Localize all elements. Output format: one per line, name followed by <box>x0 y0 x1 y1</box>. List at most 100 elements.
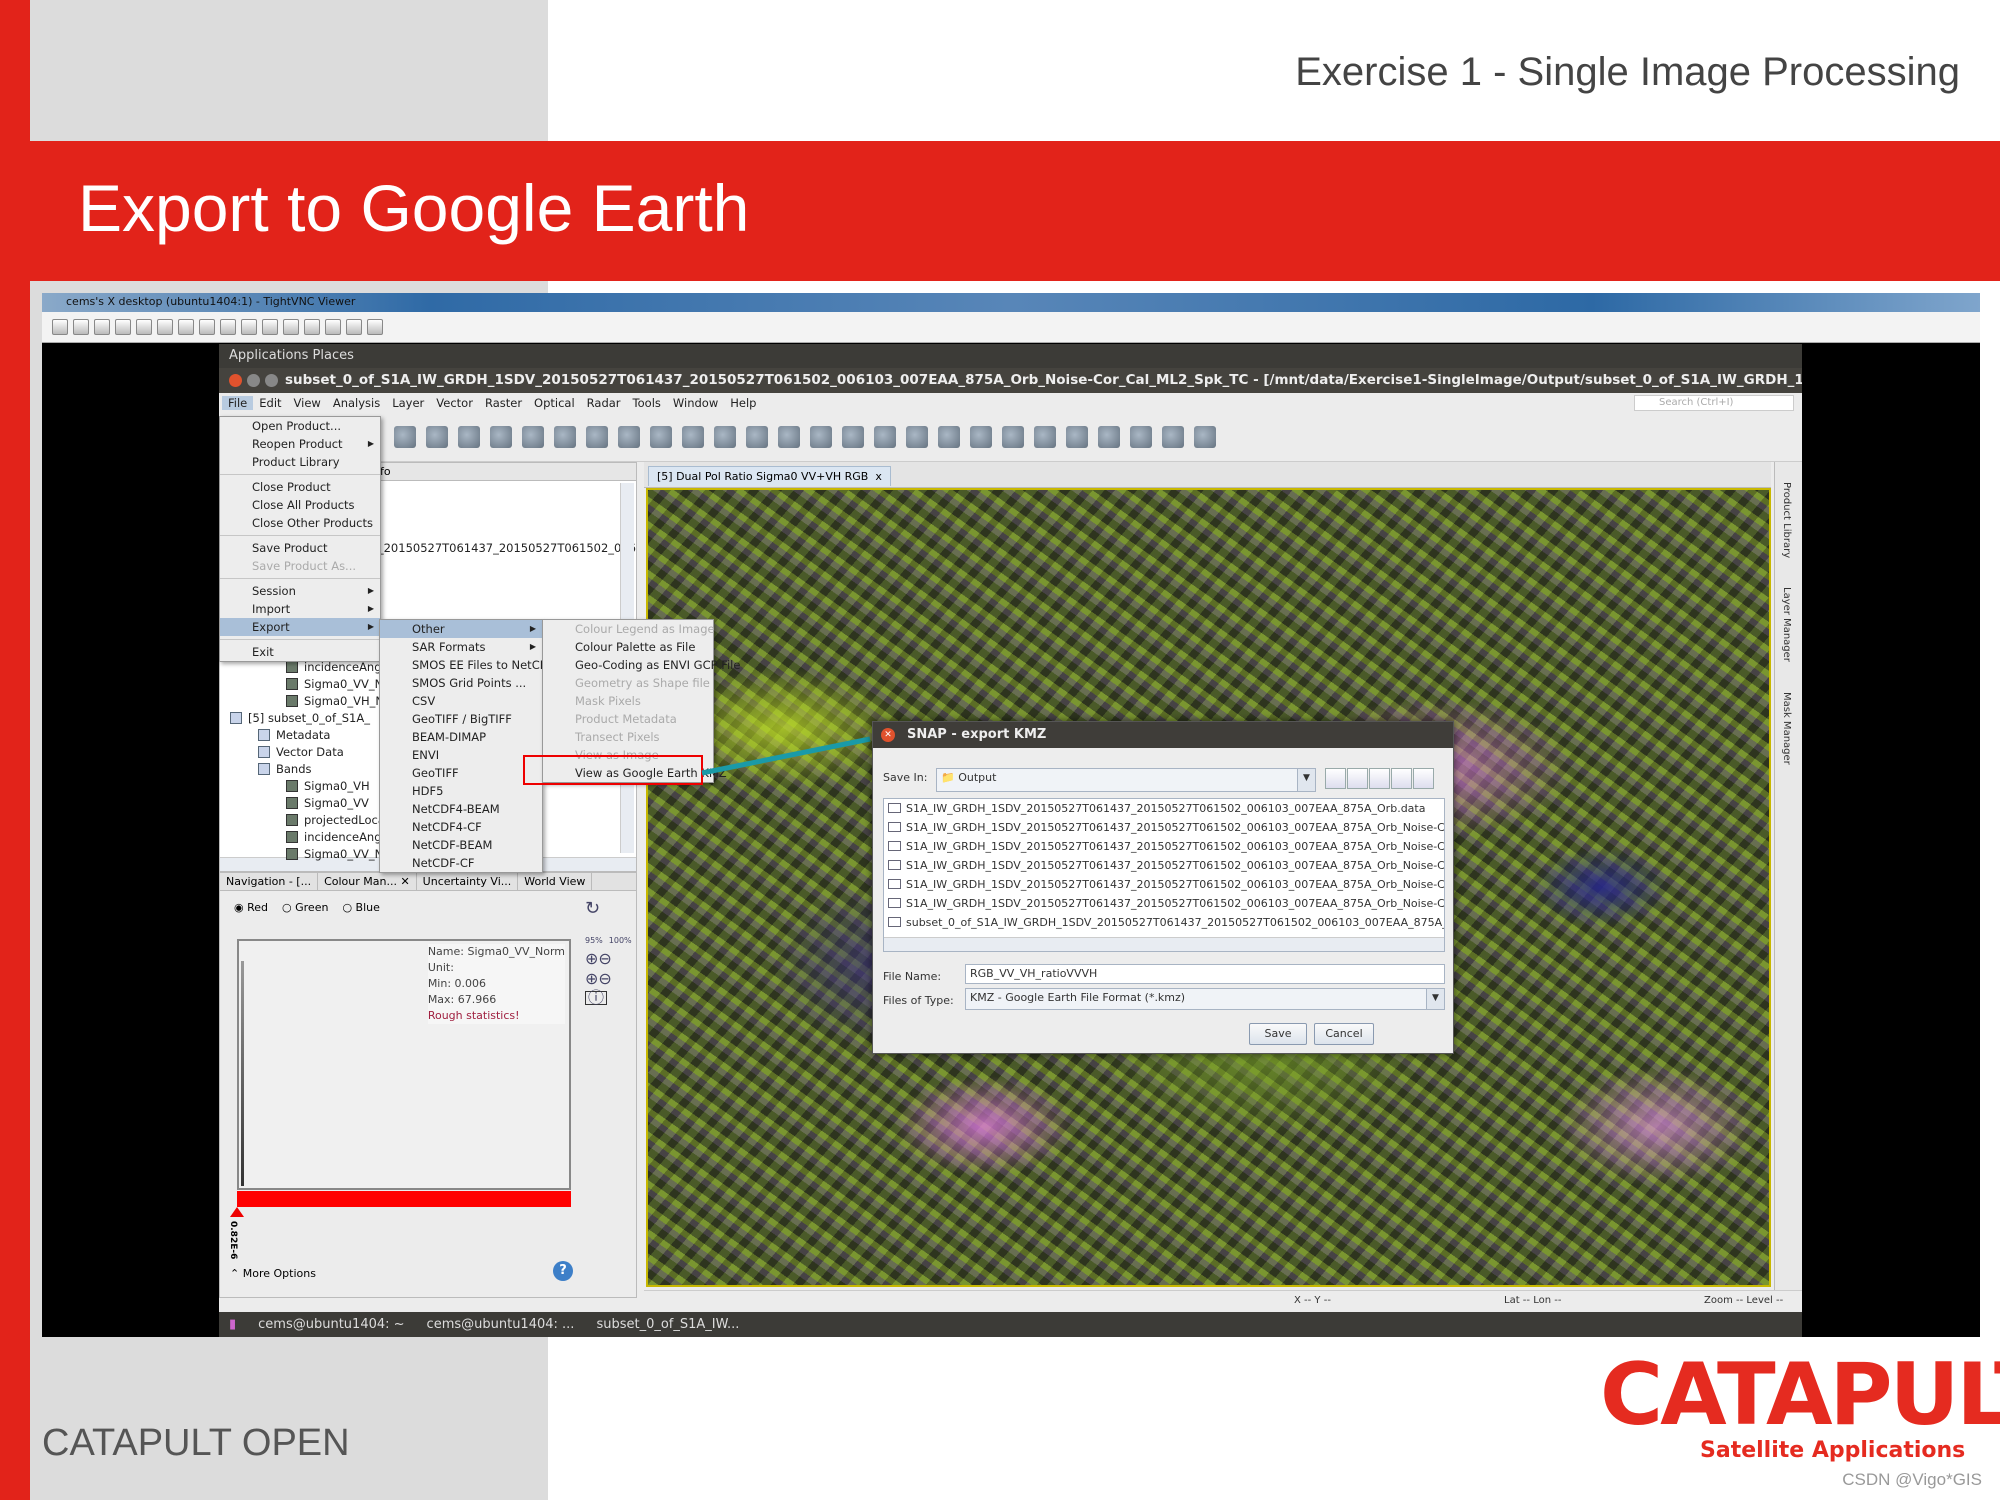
menu-item-save-product[interactable]: Save Product <box>220 539 380 557</box>
menu-help[interactable]: Help <box>724 396 762 410</box>
menu-item-netcdf-cf[interactable]: NetCDF-CF <box>380 854 542 872</box>
mask-icon[interactable] <box>1194 426 1216 448</box>
menu-item-product-metadata[interactable]: Product Metadata <box>543 710 713 728</box>
ellipse-icon[interactable] <box>874 426 896 448</box>
sidebar-product-library[interactable]: Product Library <box>1781 482 1792 558</box>
pin-place-icon[interactable] <box>682 426 704 448</box>
taskbar-item[interactable]: subset_0_of_S1A_IW... <box>596 1317 739 1332</box>
menu-item-mask-pixels[interactable]: Mask Pixels <box>543 692 713 710</box>
slider-handle[interactable] <box>230 1207 244 1217</box>
menu-view[interactable]: View <box>288 396 327 410</box>
gcp-place-icon[interactable] <box>714 426 736 448</box>
radio-red[interactable]: ◉ Red <box>234 901 268 914</box>
product-name-line[interactable]: V_20150527T061437_20150527T061502_006 <box>370 541 636 555</box>
refresh-icon[interactable] <box>157 319 173 335</box>
menu-item-close-other-products[interactable]: Close Other Products <box>220 514 380 532</box>
menu-item-beam-dimap[interactable]: BEAM-DIMAP <box>380 728 542 746</box>
clipboard-icon[interactable] <box>262 319 278 335</box>
binary-icon[interactable] <box>1162 426 1184 448</box>
file-row[interactable]: S1A_IW_GRDH_1SDV_20150527T061437_2015052… <box>884 837 1444 856</box>
menu-item-other[interactable]: Other <box>380 620 542 638</box>
up-folder-icon[interactable] <box>1325 768 1346 789</box>
cancel-button[interactable]: Cancel <box>1314 1023 1374 1045</box>
gcp-icon[interactable] <box>458 426 480 448</box>
menu-item-geotiff-bigtiff[interactable]: GeoTIFF / BigTIFF <box>380 710 542 728</box>
tree-node[interactable]: Sigma0_VH_N <box>286 694 384 708</box>
line-icon[interactable] <box>746 426 768 448</box>
tile-grid-icon[interactable] <box>1034 426 1056 448</box>
menu-item-close-all-products[interactable]: Close All Products <box>220 496 380 514</box>
range-finder-icon[interactable] <box>906 426 928 448</box>
workspace-icon[interactable]: ▮ <box>229 1317 236 1332</box>
taskbar-item[interactable]: cems@ubuntu1404: ~ <box>258 1317 404 1332</box>
menu-layer[interactable]: Layer <box>386 396 430 410</box>
tree-node[interactable]: incidenceAngl <box>286 830 385 844</box>
polyline-icon[interactable] <box>778 426 800 448</box>
menu-item-exit[interactable]: Exit <box>220 643 380 661</box>
menu-file[interactable]: File <box>222 396 254 410</box>
95-percent-button[interactable]: 95% <box>585 935 603 947</box>
new-folder-icon[interactable] <box>1369 768 1390 789</box>
options-icon[interactable] <box>94 319 110 335</box>
dialog-close-icon[interactable]: ✕ <box>881 728 895 742</box>
new-connection-icon[interactable] <box>52 319 68 335</box>
menu-vector[interactable]: Vector <box>430 396 479 410</box>
close-window-icon[interactable] <box>229 374 242 387</box>
file-row[interactable]: S1A_IW_GRDH_1SDV_20150527T061437_2015052… <box>884 818 1444 837</box>
menu-item-colour-legend-as-image[interactable]: Colour Legend as Image <box>543 620 715 638</box>
pan-icon[interactable] <box>618 426 640 448</box>
save-in-select[interactable]: 📁 Output ▼ <box>936 768 1316 792</box>
taskbar-item[interactable]: cems@ubuntu1404: ... <box>427 1317 575 1332</box>
ctrl-alt-del-icon[interactable] <box>178 319 194 335</box>
menu-item-csv[interactable]: CSV <box>380 692 542 710</box>
tree-node[interactable]: incidenceAngl <box>286 660 385 674</box>
graticule-icon[interactable] <box>394 426 416 448</box>
list-view-icon[interactable] <box>1391 768 1412 789</box>
tab-colour-man[interactable]: Colour Man... ✕ <box>318 873 417 890</box>
zoom-auto-icon[interactable] <box>346 319 362 335</box>
close-tab-icon[interactable]: x <box>875 470 882 483</box>
sidebar-mask-manager[interactable]: Mask Manager <box>1781 692 1792 765</box>
colour-ramp[interactable] <box>237 1191 571 1207</box>
polygon-icon[interactable] <box>842 426 864 448</box>
graph-builder-icon[interactable] <box>522 426 544 448</box>
menu-item-session[interactable]: Session <box>220 582 380 600</box>
tile-horizontal-icon[interactable] <box>970 426 992 448</box>
scatter-icon[interactable] <box>1130 426 1152 448</box>
world-view-icon[interactable] <box>490 426 512 448</box>
menu-item-save-product-as[interactable]: Save Product As... <box>220 557 380 575</box>
tree-node[interactable]: Sigma0_VV <box>286 796 369 810</box>
file-list-scrollbar[interactable] <box>884 937 1444 951</box>
batch-icon[interactable] <box>554 426 576 448</box>
menu-item-colour-palette-as-file[interactable]: Colour Palette as File <box>543 638 713 656</box>
file-row[interactable]: S1A_IW_GRDH_1SDV_20150527T061437_2015052… <box>884 875 1444 894</box>
tile-vertical-icon[interactable] <box>1002 426 1024 448</box>
pin-icon[interactable] <box>426 426 448 448</box>
tab-image-view[interactable]: [5] Dual Pol Ratio Sigma0 VV+VH RGB x <box>648 466 891 486</box>
file-type-select[interactable]: KMZ - Google Earth File Format (*.kmz) ▼ <box>965 988 1445 1010</box>
menu-window[interactable]: Window <box>667 396 724 410</box>
menu-item-netcdf-beam[interactable]: NetCDF-BEAM <box>380 836 542 854</box>
file-row[interactable]: S1A_IW_GRDH_1SDV_20150527T061437_2015052… <box>884 856 1444 875</box>
zoom-horizontal-icon[interactable]: ⊕⊖ <box>585 971 629 987</box>
ubuntu-top-panel[interactable]: Applications Places <box>219 344 1802 368</box>
menu-item-smos-grid-points[interactable]: SMOS Grid Points ... <box>380 674 542 692</box>
menu-analysis[interactable]: Analysis <box>327 396 386 410</box>
ctrl-key-icon[interactable] <box>220 319 236 335</box>
tree-node[interactable]: projectedLoca <box>286 813 385 827</box>
menu-item-smos-ee-files-to-netcdf[interactable]: SMOS EE Files to NetCDF... <box>380 656 564 674</box>
menu-item-transect-pixels[interactable]: Transect Pixels <box>543 728 713 746</box>
file-name-input[interactable]: RGB_VV_VH_ratioVVVH <box>965 964 1445 984</box>
menu-item-reopen-product[interactable]: Reopen Product <box>220 435 380 453</box>
menu-item-import[interactable]: Import <box>220 600 380 618</box>
menu-item-envi[interactable]: ENVI <box>380 746 542 764</box>
minimize-window-icon[interactable] <box>247 374 260 387</box>
more-options[interactable]: ⌃ More Options <box>230 1267 316 1280</box>
menu-item-geo-coding-as-envi-gcp-file[interactable]: Geo-Coding as ENVI GCP File <box>543 656 740 674</box>
menu-item-close-product[interactable]: Close Product <box>220 478 380 496</box>
alt-key-icon[interactable] <box>241 319 257 335</box>
menu-item-product-library[interactable]: Product Library <box>220 453 380 471</box>
tree-node[interactable]: Sigma0_VH <box>286 779 370 793</box>
tree-node[interactable]: Metadata <box>258 728 330 742</box>
sidebar-layer-manager[interactable]: Layer Manager <box>1781 587 1792 662</box>
